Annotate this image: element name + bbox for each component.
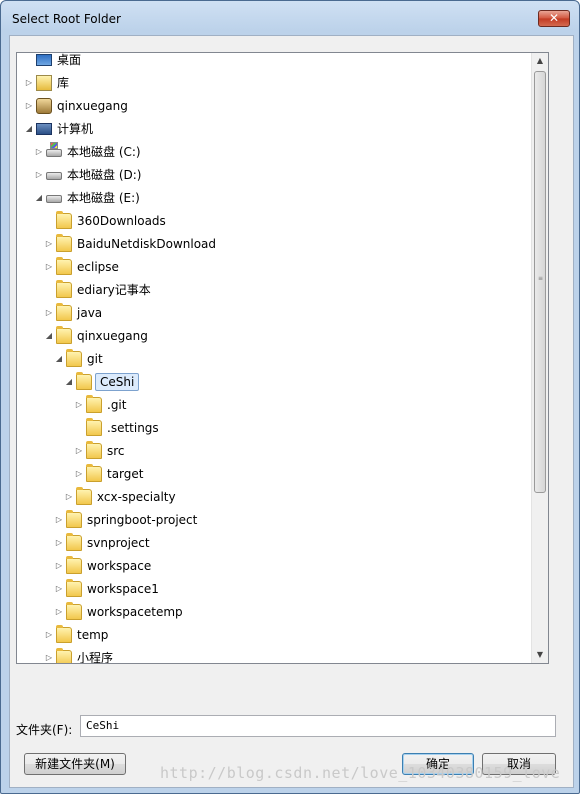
folder-icon xyxy=(66,533,82,551)
folder-icon xyxy=(56,303,72,321)
computer-icon xyxy=(36,123,52,135)
tree-item-label: qinxuegang xyxy=(77,329,148,343)
expand-arrow-icon[interactable]: ▷ xyxy=(55,585,63,593)
folder-icon xyxy=(56,326,72,344)
tree-item-label: 计算机 xyxy=(57,122,94,136)
expand-arrow-icon[interactable]: ▷ xyxy=(75,401,83,409)
expand-arrow-icon[interactable]: ▷ xyxy=(65,493,73,501)
tree-item-label: 360Downloads xyxy=(77,214,166,228)
tree-item-label: .git xyxy=(107,398,127,412)
expand-arrow-icon[interactable]: ▷ xyxy=(55,539,63,547)
expand-arrow-icon[interactable]: ▷ xyxy=(25,79,33,87)
expand-arrow-icon[interactable]: ▷ xyxy=(25,102,33,110)
tree-item-label: workspace1 xyxy=(87,582,159,596)
tree-item-label: temp xyxy=(77,628,109,642)
tree-item-label: src xyxy=(107,444,125,458)
folder-icon xyxy=(66,579,82,597)
scroll-down-button[interactable]: ▼ xyxy=(532,647,548,663)
dialog-title: Select Root Folder xyxy=(12,12,121,26)
folder-icon xyxy=(56,648,72,663)
tree-item-label: java xyxy=(77,306,103,320)
expand-arrow-icon[interactable]: ▷ xyxy=(55,562,63,570)
expand-arrow-icon[interactable]: ▷ xyxy=(45,263,53,271)
folder-icon xyxy=(66,602,82,620)
tree-item-label: target xyxy=(107,467,144,481)
expand-arrow-icon[interactable]: ▷ xyxy=(35,171,43,179)
drive-icon xyxy=(46,172,62,180)
close-button[interactable]: ✕ xyxy=(538,10,570,27)
expand-arrow-icon[interactable]: ▷ xyxy=(55,608,63,616)
folder-icon xyxy=(86,441,102,459)
expand-arrow-icon[interactable]: ▷ xyxy=(75,447,83,455)
no-expander xyxy=(25,56,33,64)
tree-item-label: springboot-project xyxy=(87,513,198,527)
folder-icon xyxy=(76,487,92,505)
folder-icon xyxy=(66,349,82,367)
folder-icon xyxy=(56,280,72,298)
close-icon: ✕ xyxy=(548,11,560,25)
tree-item-label: workspace xyxy=(87,559,152,573)
tree-item-label: CeShi xyxy=(95,373,140,391)
tree-item-label: eclipse xyxy=(77,260,119,274)
folder-icon xyxy=(86,395,102,413)
expand-arrow-icon[interactable]: ▷ xyxy=(75,470,83,478)
title-bar[interactable]: Select Root Folder ✕ xyxy=(1,1,579,35)
folder-icon xyxy=(86,418,102,436)
no-expander xyxy=(45,286,53,294)
tree-item-label: 桌面 xyxy=(57,53,82,67)
folder-input[interactable]: CeShi xyxy=(80,715,556,737)
tree-item-label: .settings xyxy=(107,421,159,435)
library-icon xyxy=(36,75,52,91)
tree-item-label: BaiduNetdiskDownload xyxy=(77,237,217,251)
tree-item-label: 本地磁盘 (C:) xyxy=(67,145,141,159)
drive-icon xyxy=(46,195,62,203)
expand-arrow-icon[interactable]: ▷ xyxy=(45,309,53,317)
no-expander xyxy=(45,217,53,225)
no-expander xyxy=(75,424,83,432)
tree-item-label: xcx-specialty xyxy=(97,490,176,504)
folder-icon xyxy=(86,464,102,482)
watermark: http://blog.csdn.net/love_10340380159_lo… xyxy=(160,764,561,782)
grip-icon: ≡ xyxy=(538,275,544,282)
tree-item-label: svnproject xyxy=(87,536,150,550)
expand-arrow-icon[interactable]: ▷ xyxy=(35,148,43,156)
collapse-arrow-icon[interactable]: ◢ xyxy=(65,378,73,386)
collapse-arrow-icon[interactable]: ◢ xyxy=(45,332,53,340)
windows-logo-icon xyxy=(50,142,58,149)
collapse-arrow-icon[interactable]: ◢ xyxy=(25,125,33,133)
expand-arrow-icon[interactable]: ▷ xyxy=(45,240,53,248)
user-folder-icon xyxy=(36,98,52,114)
expand-arrow-icon[interactable]: ▷ xyxy=(45,631,53,639)
expand-arrow-icon[interactable]: ▷ xyxy=(45,654,53,662)
folder-icon xyxy=(66,556,82,574)
folder-tree[interactable]: 桌面 ▷ 库 ▷ qinxuegang ◢ 计算机 ▷ 本地磁盘 (C:) ▷ 本地磁盘 (D:) ◢… xyxy=(16,52,549,664)
folder-icon xyxy=(76,372,92,390)
tree-item-label: ediary记事本 xyxy=(77,283,151,297)
tree-item-label: 本地磁盘 (D:) xyxy=(67,168,142,182)
tree-item-label: 小程序 xyxy=(77,651,114,664)
folder-icon xyxy=(56,257,72,275)
collapse-arrow-icon[interactable]: ◢ xyxy=(35,194,43,202)
new-folder-button[interactable]: 新建文件夹(M) xyxy=(24,753,126,775)
folder-icon xyxy=(56,211,72,229)
tree-item-label: git xyxy=(87,352,103,366)
system-drive-icon xyxy=(46,142,62,157)
tree-item-label: 库 xyxy=(57,76,70,90)
folder-icon xyxy=(56,234,72,252)
tree-item-label: 本地磁盘 (E:) xyxy=(67,191,140,205)
tree-item-label: qinxuegang xyxy=(57,99,128,113)
scroll-up-button[interactable]: ▲ xyxy=(532,53,548,69)
expand-arrow-icon[interactable]: ▷ xyxy=(55,516,63,524)
collapse-arrow-icon[interactable]: ◢ xyxy=(55,355,63,363)
desktop-icon xyxy=(36,54,52,66)
tree-item-label: workspacetemp xyxy=(87,605,183,619)
folder-icon xyxy=(56,625,72,643)
folder-field-label: 文件夹(F): xyxy=(16,723,73,737)
folder-icon xyxy=(66,510,82,528)
vertical-scrollbar[interactable]: ▲ ≡ ▼ xyxy=(531,53,548,663)
scroll-thumb[interactable]: ≡ xyxy=(534,71,546,493)
